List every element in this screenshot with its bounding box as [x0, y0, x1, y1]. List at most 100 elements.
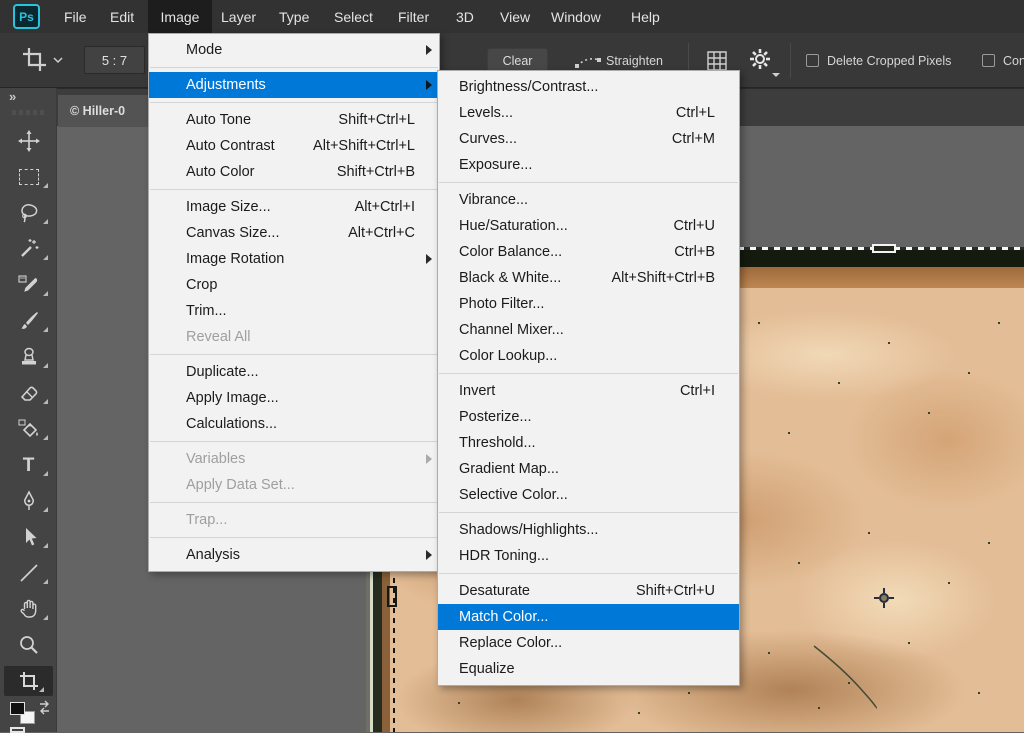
menu-item-replace-color[interactable]: Replace Color...	[438, 630, 739, 656]
tool-hand[interactable]	[0, 594, 57, 624]
menu-item-label: Trap...	[186, 512, 227, 528]
tool-clone-stamp[interactable]	[0, 342, 57, 372]
menu-item-equalize[interactable]: Equalize	[438, 656, 739, 682]
content-aware-checkbox[interactable]	[982, 54, 995, 67]
swap-colors-icon[interactable]	[37, 700, 52, 716]
menu-item-label: Mode	[186, 42, 222, 58]
menu-item-shortcut: Alt+Ctrl+I	[355, 199, 427, 215]
menu-item-apply-image[interactable]: Apply Image...	[149, 385, 439, 411]
menu-item-shortcut: Ctrl+M	[672, 131, 727, 147]
tool-pen[interactable]	[0, 486, 57, 516]
tool-magic-wand[interactable]	[0, 234, 57, 264]
menu-item-trim[interactable]: Trim...	[149, 298, 439, 324]
menu-item-crop[interactable]: Crop	[149, 272, 439, 298]
menu-window[interactable]: Window	[545, 0, 607, 33]
delete-cropped-pixels-checkbox[interactable]	[806, 54, 819, 67]
menu-item-selective-color[interactable]: Selective Color...	[438, 482, 739, 508]
menu-item-photo-filter[interactable]: Photo Filter...	[438, 291, 739, 317]
menu-item-brightness-contrast[interactable]: Brightness/Contrast...	[438, 74, 739, 100]
menu-item-gradient-map[interactable]: Gradient Map...	[438, 456, 739, 482]
straighten-icon[interactable]	[574, 53, 602, 71]
menu-item-image-size[interactable]: Image Size...Alt+Ctrl+I	[149, 194, 439, 220]
menu-filter[interactable]: Filter	[392, 0, 435, 33]
menu-item-exposure[interactable]: Exposure...	[438, 152, 739, 178]
menu-item-mode[interactable]: Mode	[149, 37, 439, 63]
gear-caret-icon[interactable]	[772, 73, 780, 77]
document-tab-title: © Hiller-0	[70, 104, 125, 118]
menu-item-label: Color Balance...	[459, 244, 562, 260]
chevron-down-icon[interactable]	[52, 56, 64, 64]
menu-item-label: Reveal All	[186, 329, 250, 345]
menu-item-calculations[interactable]: Calculations...	[149, 411, 439, 437]
menu-item-auto-contrast[interactable]: Auto ContrastAlt+Shift+Ctrl+L	[149, 133, 439, 159]
foreground-color-swatch[interactable]	[10, 702, 25, 715]
tool-paint-bucket[interactable]	[0, 414, 57, 444]
menu-item-label: Shadows/Highlights...	[459, 522, 598, 538]
menu-item-curves[interactable]: Curves...Ctrl+M	[438, 126, 739, 152]
menu-item-label: Photo Filter...	[459, 296, 544, 312]
menu-item-black-white[interactable]: Black & White...Alt+Shift+Ctrl+B	[438, 265, 739, 291]
type-icon: T	[23, 456, 35, 475]
tool-crop[interactable]	[4, 666, 53, 696]
menu-item-shortcut: Alt+Shift+Ctrl+L	[313, 138, 427, 154]
menu-item-levels[interactable]: Levels...Ctrl+L	[438, 100, 739, 126]
tool-move[interactable]	[0, 126, 57, 156]
menu-item-desaturate[interactable]: DesaturateShift+Ctrl+U	[438, 578, 739, 604]
gear-icon[interactable]	[748, 47, 772, 71]
menu-item-color-balance[interactable]: Color Balance...Ctrl+B	[438, 239, 739, 265]
tool-lasso[interactable]	[0, 198, 57, 228]
menu-item-invert[interactable]: Invert Ctrl+I	[438, 378, 739, 404]
tool-brush[interactable]	[0, 306, 57, 336]
tool-type[interactable]: T	[0, 450, 57, 480]
menu-item-analysis[interactable]: Analysis	[149, 542, 439, 568]
tool-line[interactable]	[0, 558, 57, 588]
content-aware-label[interactable]: Cont	[1003, 33, 1024, 88]
menu-item-shadows-highlights[interactable]: Shadows/Highlights...	[438, 517, 739, 543]
tool-zoom[interactable]	[0, 630, 57, 660]
menu-item-match-color[interactable]: Match Color...	[438, 604, 739, 630]
menu-edit[interactable]: Edit	[104, 0, 140, 33]
crop-handle-top[interactable]	[872, 244, 896, 253]
photo-scratch-line	[812, 640, 884, 712]
menu-image[interactable]: Image	[148, 0, 212, 33]
crop-handle-left[interactable]	[387, 586, 397, 607]
menu-item-image-rotation[interactable]: Image Rotation	[149, 246, 439, 272]
menu-3d[interactable]: 3D	[450, 0, 480, 33]
menu-layer[interactable]: Layer	[215, 0, 262, 33]
menu-item-shortcut: Ctrl+I	[680, 383, 727, 399]
menu-select[interactable]: Select	[328, 0, 379, 33]
menu-item-hue-saturation[interactable]: Hue/Saturation...Ctrl+U	[438, 213, 739, 239]
menu-item-canvas-size[interactable]: Canvas Size...Alt+Ctrl+C	[149, 220, 439, 246]
menu-item-label: Posterize...	[459, 409, 532, 425]
tool-path-selection[interactable]	[0, 522, 57, 552]
menu-item-hdr-toning[interactable]: HDR Toning...	[438, 543, 739, 569]
menu-item-label: Crop	[186, 277, 217, 293]
menu-item-auto-tone[interactable]: Auto ToneShift+Ctrl+L	[149, 107, 439, 133]
tool-eyedropper[interactable]	[0, 270, 57, 300]
collapse-panel-icon[interactable]: »	[9, 89, 15, 104]
menu-item-vibrance[interactable]: Vibrance...	[438, 187, 739, 213]
crop-ratio-field[interactable]: 5 : 7	[84, 46, 145, 74]
tool-rectangular-marquee[interactable]	[0, 162, 57, 192]
delete-cropped-pixels-label[interactable]: Delete Cropped Pixels	[827, 33, 951, 88]
tools-panel: »	[0, 88, 57, 732]
crop-icon	[17, 669, 41, 693]
menu-item-adjustments[interactable]: Adjustments	[149, 72, 439, 98]
menu-item-threshold[interactable]: Threshold...	[438, 430, 739, 456]
tool-eraser[interactable]	[0, 378, 57, 408]
menu-type[interactable]: Type	[273, 0, 315, 33]
menu-item-auto-color[interactable]: Auto ColorShift+Ctrl+B	[149, 159, 439, 185]
menu-item-trap: Trap...	[149, 507, 439, 533]
menu-item-channel-mixer[interactable]: Channel Mixer...	[438, 317, 739, 343]
menu-item-posterize[interactable]: Posterize...	[438, 404, 739, 430]
menu-view[interactable]: View	[494, 0, 536, 33]
menu-item-label: Invert	[459, 383, 495, 399]
menu-item-duplicate[interactable]: Duplicate...	[149, 359, 439, 385]
crop-tool-icon[interactable]	[20, 46, 48, 72]
menu-item-label: Image Rotation	[186, 251, 284, 267]
menu-file[interactable]: File	[58, 0, 93, 33]
menu-item-color-lookup[interactable]: Color Lookup...	[438, 343, 739, 369]
menu-item-label: Levels...	[459, 105, 513, 121]
menu-item-label: HDR Toning...	[459, 548, 549, 564]
menu-help[interactable]: Help	[625, 0, 666, 33]
